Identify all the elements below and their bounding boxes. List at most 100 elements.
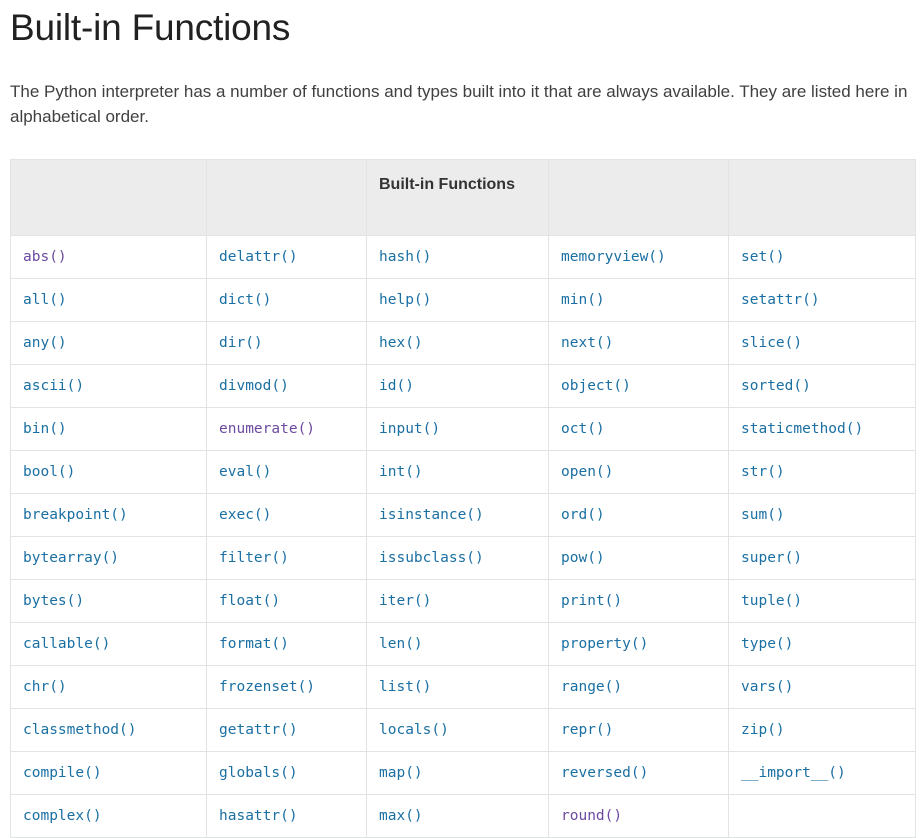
- function-link[interactable]: type(): [741, 636, 793, 652]
- table-row: breakpoint() exec() isinstance() ord() sum(): [10, 492, 916, 537]
- function-link[interactable]: locals(): [379, 722, 449, 738]
- function-link[interactable]: memoryview(): [561, 249, 666, 265]
- function-link[interactable]: hash(): [379, 249, 431, 265]
- function-link[interactable]: repr(): [561, 722, 613, 738]
- table-cell: tuple(): [728, 578, 916, 623]
- table-row: classmethod() getattr() locals() repr() zip(…: [10, 707, 916, 752]
- function-link[interactable]: divmod(): [219, 378, 289, 394]
- table-cell: object(): [548, 363, 729, 408]
- function-link[interactable]: breakpoint(): [23, 507, 128, 523]
- function-link[interactable]: sorted(): [741, 378, 811, 394]
- function-link[interactable]: ord(): [561, 507, 605, 523]
- function-link[interactable]: globals(): [219, 765, 298, 781]
- function-link[interactable]: bool(): [23, 464, 75, 480]
- table-cell: enumerate(): [206, 406, 367, 451]
- function-link[interactable]: abs(): [23, 249, 67, 265]
- function-link[interactable]: help(): [379, 292, 431, 308]
- function-link[interactable]: frozenset(): [219, 679, 315, 695]
- table-cell: type(): [728, 621, 916, 666]
- function-link[interactable]: range(): [561, 679, 622, 695]
- function-link[interactable]: float(): [219, 593, 280, 609]
- function-link[interactable]: sum(): [741, 507, 785, 523]
- function-link[interactable]: pow(): [561, 550, 605, 566]
- function-link[interactable]: bytes(): [23, 593, 84, 609]
- page-container: Built-in Functions The Python interprete…: [0, 0, 923, 838]
- function-link[interactable]: super(): [741, 550, 802, 566]
- function-link[interactable]: format(): [219, 636, 289, 652]
- function-link[interactable]: exec(): [219, 507, 271, 523]
- function-link[interactable]: eval(): [219, 464, 271, 480]
- function-link[interactable]: str(): [741, 464, 785, 480]
- function-link[interactable]: int(): [379, 464, 423, 480]
- function-link[interactable]: slice(): [741, 335, 802, 351]
- function-link[interactable]: compile(): [23, 765, 102, 781]
- function-link[interactable]: chr(): [23, 679, 67, 695]
- table-row: bin() enumerate() input() oct() staticmethod…: [10, 406, 916, 451]
- table-cell: setattr(): [728, 277, 916, 322]
- column-header-1: [10, 158, 207, 236]
- function-link[interactable]: staticmethod(): [741, 421, 863, 437]
- table-cell: max(): [366, 793, 549, 838]
- function-link[interactable]: open(): [561, 464, 613, 480]
- table-cell: int(): [366, 449, 549, 494]
- function-link[interactable]: __import__(): [741, 765, 846, 781]
- table-cell: slice(): [728, 320, 916, 365]
- function-link[interactable]: enumerate(): [219, 421, 315, 437]
- function-link[interactable]: object(): [561, 378, 631, 394]
- column-header-2: [206, 158, 367, 236]
- function-link[interactable]: input(): [379, 421, 440, 437]
- table-row: all() dict() help() min() setattr(): [10, 277, 916, 322]
- function-link[interactable]: classmethod(): [23, 722, 137, 738]
- column-header-3: Built-in Functions: [366, 158, 549, 236]
- intro-paragraph: The Python interpreter has a number of f…: [10, 81, 908, 126]
- function-link[interactable]: id(): [379, 378, 414, 394]
- function-link[interactable]: issubclass(): [379, 550, 484, 566]
- page-title: Built-in Functions: [10, 7, 291, 48]
- table-row: compile() globals() map() reversed() __impor…: [10, 750, 916, 795]
- function-link[interactable]: dir(): [219, 335, 263, 351]
- function-link[interactable]: bytearray(): [23, 550, 119, 566]
- table-cell: getattr(): [206, 707, 367, 752]
- function-link[interactable]: max(): [379, 808, 423, 824]
- table-cell: any(): [10, 320, 207, 365]
- function-link[interactable]: print(): [561, 593, 622, 609]
- function-link[interactable]: callable(): [23, 636, 110, 652]
- function-link[interactable]: hasattr(): [219, 808, 298, 824]
- function-link[interactable]: map(): [379, 765, 423, 781]
- function-link[interactable]: bin(): [23, 421, 67, 437]
- table-cell: format(): [206, 621, 367, 666]
- function-link[interactable]: reversed(): [561, 765, 648, 781]
- table-body: abs() delattr() hash() memoryview() set() all…: [10, 234, 916, 838]
- table-cell: bytes(): [10, 578, 207, 623]
- table-row: callable() format() len() property() type(): [10, 621, 916, 666]
- function-link[interactable]: tuple(): [741, 593, 802, 609]
- function-link[interactable]: complex(): [23, 808, 102, 824]
- function-link[interactable]: min(): [561, 292, 605, 308]
- function-link[interactable]: hex(): [379, 335, 423, 351]
- function-link[interactable]: ascii(): [23, 378, 84, 394]
- function-link[interactable]: len(): [379, 636, 423, 652]
- function-link[interactable]: property(): [561, 636, 648, 652]
- table-cell: complex(): [10, 793, 207, 838]
- function-link[interactable]: isinstance(): [379, 507, 484, 523]
- function-link[interactable]: list(): [379, 679, 431, 695]
- function-link[interactable]: set(): [741, 249, 785, 265]
- table-row: complex() hasattr() max() round(): [10, 793, 916, 838]
- function-link[interactable]: round(): [561, 808, 622, 824]
- table-cell: exec(): [206, 492, 367, 537]
- function-link[interactable]: filter(): [219, 550, 289, 566]
- function-link[interactable]: all(): [23, 292, 67, 308]
- function-link[interactable]: any(): [23, 335, 67, 351]
- table-cell: filter(): [206, 535, 367, 580]
- function-link[interactable]: iter(): [379, 593, 431, 609]
- function-link[interactable]: oct(): [561, 421, 605, 437]
- function-link[interactable]: setattr(): [741, 292, 820, 308]
- function-link[interactable]: getattr(): [219, 722, 298, 738]
- function-link[interactable]: next(): [561, 335, 613, 351]
- function-link[interactable]: dict(): [219, 292, 271, 308]
- function-link[interactable]: delattr(): [219, 249, 298, 265]
- function-link[interactable]: zip(): [741, 722, 785, 738]
- function-link[interactable]: vars(): [741, 679, 793, 695]
- table-cell: iter(): [366, 578, 549, 623]
- table-cell: __import__(): [728, 750, 916, 795]
